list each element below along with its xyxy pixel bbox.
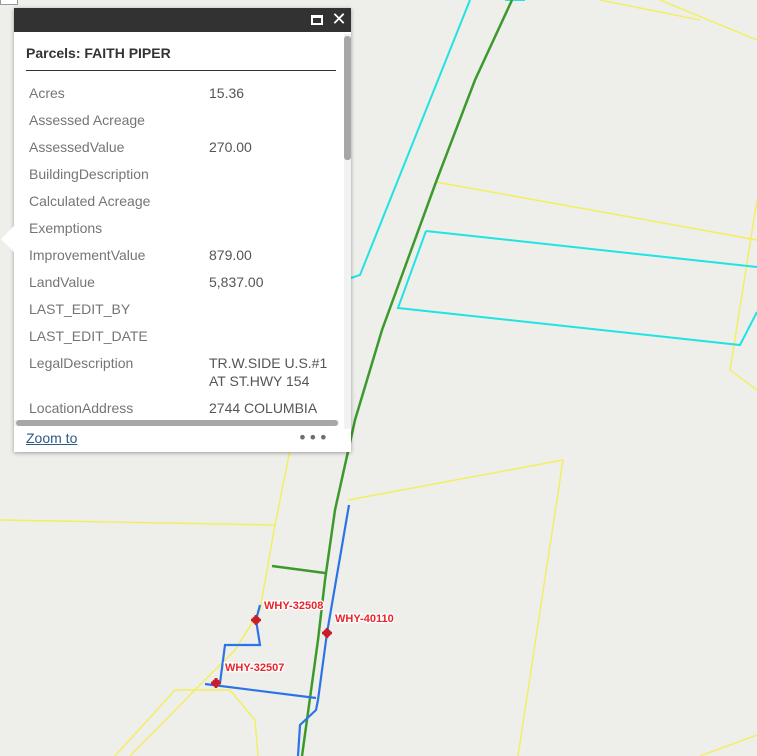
- attribute-value: 879.00: [209, 247, 252, 263]
- attribute-label: LAST_EDIT_BY: [29, 301, 131, 317]
- attribute-row: LegalDescription TR.W.SIDE U.S.#1 AT ST.…: [29, 350, 339, 395]
- attribute-value: TR.W.SIDE U.S.#1 AT ST.HWY 154: [209, 355, 328, 389]
- attribute-table: Acres 15.36 Assessed Acreage AssessedVal…: [29, 80, 339, 422]
- attribute-row: Exemptions: [29, 215, 339, 242]
- attribute-row: Assessed Acreage: [29, 107, 339, 134]
- attribute-row: Calculated Acreage: [29, 188, 339, 215]
- attribute-row: LandValue 5,837.00: [29, 269, 339, 296]
- close-icon: ✕: [331, 9, 347, 30]
- zoom-to-link[interactable]: Zoom to: [26, 430, 77, 446]
- attribute-row: AssessedValue 270.00: [29, 134, 339, 161]
- attribute-row: BuildingDescription: [29, 161, 339, 188]
- attribute-row: LocationAddress 2744 COLUMBIA HWY N: [29, 395, 339, 422]
- popup-content[interactable]: Parcels: FAITH PIPER Acres 15.36 Assesse…: [14, 32, 344, 422]
- label-why-40110: WHY-40110: [335, 613, 394, 625]
- corner-control[interactable]: [0, 0, 18, 5]
- maximize-button[interactable]: [306, 8, 328, 32]
- label-why-32508: WHY-32508: [264, 600, 323, 612]
- attribute-value: [209, 219, 334, 237]
- attribute-value: [209, 111, 334, 129]
- attribute-value: [209, 192, 334, 210]
- attribute-value: [209, 327, 334, 345]
- attribute-label: LandValue: [29, 274, 95, 290]
- attribute-label: LegalDescription: [29, 355, 134, 371]
- title-divider: [26, 70, 336, 71]
- attribute-value: 5,837.00: [209, 274, 264, 290]
- close-button[interactable]: ✕: [328, 8, 350, 32]
- label-why-32507: WHY-32507: [225, 662, 284, 674]
- attribute-label: AssessedValue: [29, 139, 125, 155]
- attribute-label: LAST_EDIT_DATE: [29, 328, 148, 344]
- attribute-label: LocationAddress: [29, 400, 134, 416]
- vertical-scroll-thumb[interactable]: [344, 36, 351, 160]
- attribute-value: [209, 300, 334, 318]
- attribute-value: 15.36: [209, 85, 245, 101]
- popup-title: Parcels: FAITH PIPER: [26, 45, 171, 61]
- attribute-value: 2744 COLUMBIA HWY N: [209, 400, 317, 422]
- attribute-value: [209, 165, 334, 183]
- vertical-scrollbar[interactable]: [344, 34, 351, 429]
- attribute-label: BuildingDescription: [29, 166, 149, 182]
- attribute-row: LAST_EDIT_DATE: [29, 323, 339, 350]
- attribute-label: ImprovementValue: [29, 247, 146, 263]
- attribute-value: 270.00: [209, 139, 252, 155]
- more-actions-icon[interactable]: •••: [298, 428, 329, 447]
- attribute-label: Calculated Acreage: [29, 193, 151, 209]
- attribute-label: Assessed Acreage: [29, 112, 145, 128]
- maximize-icon: [311, 15, 323, 25]
- feature-popup: ✕ Parcels: FAITH PIPER Acres 15.36 Asses…: [1, 8, 351, 452]
- attribute-label: Acres: [29, 85, 65, 101]
- attribute-row: ImprovementValue 879.00: [29, 242, 339, 269]
- popup-header: ✕: [14, 8, 351, 32]
- attribute-row: LAST_EDIT_BY: [29, 296, 339, 323]
- attribute-label: Exemptions: [29, 220, 103, 236]
- popup-pointer: [1, 226, 14, 252]
- popup-footer: Zoom to •••: [14, 426, 351, 452]
- attribute-row: Acres 15.36: [29, 80, 339, 107]
